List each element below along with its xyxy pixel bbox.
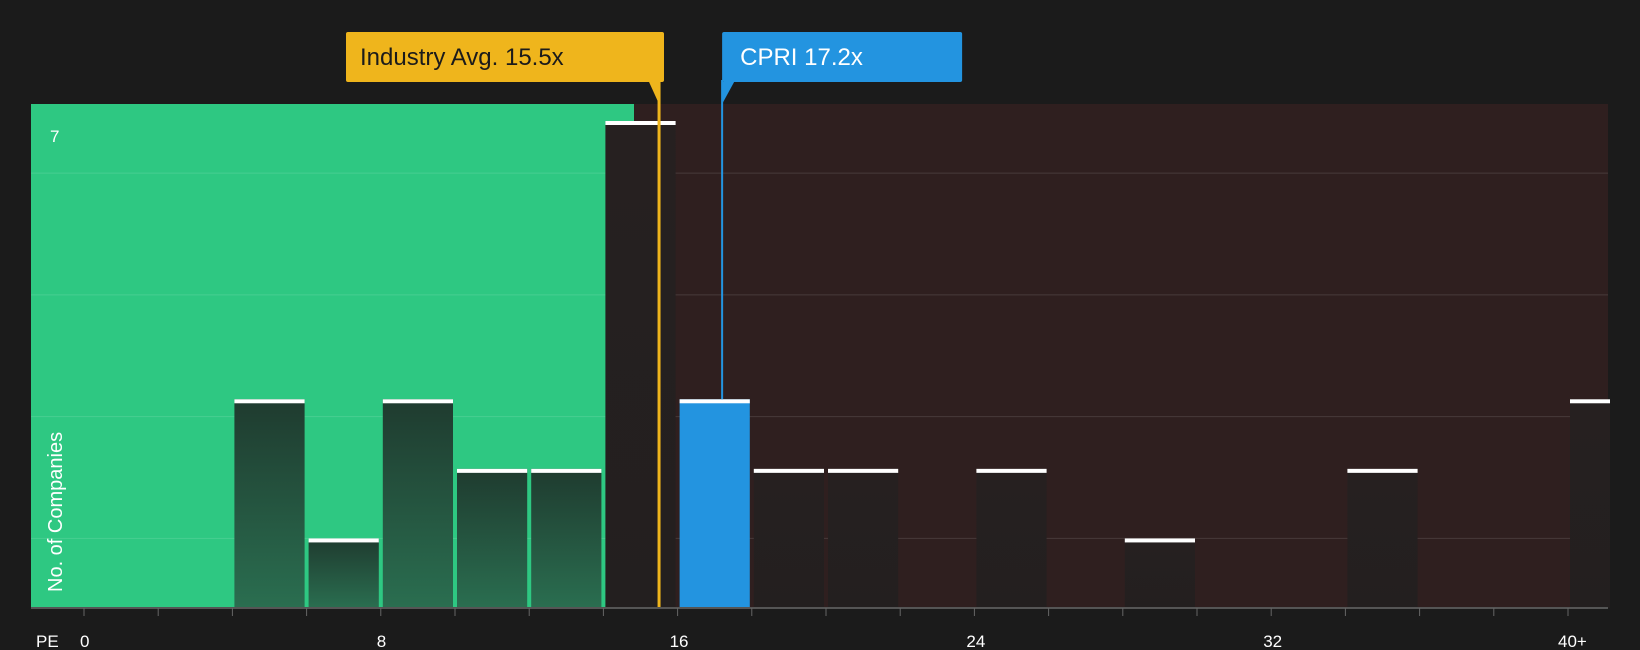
histogram-bar bbox=[531, 468, 602, 608]
histogram-bar-empty bbox=[1496, 104, 1566, 608]
histogram-bar-cap bbox=[679, 399, 750, 404]
histogram-bar-cap bbox=[531, 468, 602, 473]
x-tick-label: 32 bbox=[1263, 632, 1282, 650]
x-tick-label: 24 bbox=[966, 632, 985, 650]
x-axis: 0 8 16 24 32 40+ bbox=[31, 607, 1608, 650]
x-tick-label: 8 bbox=[377, 632, 386, 650]
histogram-bar-cap bbox=[457, 468, 528, 473]
histogram-bar-cap bbox=[828, 468, 899, 473]
histogram-bar bbox=[1570, 399, 1610, 608]
histogram-bar-empty bbox=[1273, 104, 1343, 608]
histogram-bar-empty bbox=[1051, 104, 1121, 608]
histogram-bar bbox=[679, 399, 750, 608]
x-tick-label: 40+ bbox=[1558, 632, 1587, 650]
x-axis-label: PE bbox=[36, 632, 59, 650]
pe-distribution-chart: 0 8 16 24 32 40+ Industry Avg. 15.5x CPRI 17.2… bbox=[31, 32, 1610, 650]
histogram-bar-empty bbox=[1422, 104, 1492, 608]
histogram-bar-empty bbox=[902, 104, 972, 608]
histogram-bar-cap bbox=[1124, 538, 1195, 543]
y-tick-label: 7 bbox=[50, 127, 59, 146]
x-tick-label: 16 bbox=[670, 632, 689, 650]
histogram-bar bbox=[753, 468, 824, 608]
histogram-bar-cap bbox=[753, 468, 824, 473]
histogram-bar bbox=[828, 468, 899, 608]
callouts: Industry Avg. 15.5x CPRI 17.2x bbox=[346, 32, 963, 104]
histogram-bar-cap bbox=[382, 399, 453, 404]
histogram-bar bbox=[382, 399, 453, 608]
histogram-bar-cap bbox=[1570, 399, 1610, 404]
histogram-bar bbox=[234, 399, 305, 608]
y-axis-label: No. of Companies bbox=[45, 432, 67, 592]
company-pe-label: CPRI 17.2x bbox=[740, 44, 863, 71]
histogram-bar bbox=[976, 468, 1047, 608]
histogram-bar-cap bbox=[605, 121, 676, 125]
histogram-bar bbox=[1124, 538, 1195, 608]
x-tick-label: 0 bbox=[80, 632, 89, 650]
company-pe-pointer bbox=[722, 82, 735, 104]
histogram-bar-cap bbox=[234, 399, 305, 404]
histogram-bar-cap bbox=[308, 538, 379, 543]
industry-avg-label: Industry Avg. 15.5x bbox=[360, 44, 564, 71]
histogram-bar bbox=[308, 538, 379, 608]
industry-avg-pointer bbox=[649, 82, 660, 104]
histogram-bar bbox=[605, 121, 676, 608]
histogram-bar bbox=[1347, 468, 1418, 608]
histogram-bar-empty bbox=[1199, 104, 1269, 608]
histogram-bar-cap bbox=[1347, 468, 1418, 473]
histogram-bar-cap bbox=[976, 468, 1047, 473]
histogram-bar bbox=[457, 468, 528, 608]
